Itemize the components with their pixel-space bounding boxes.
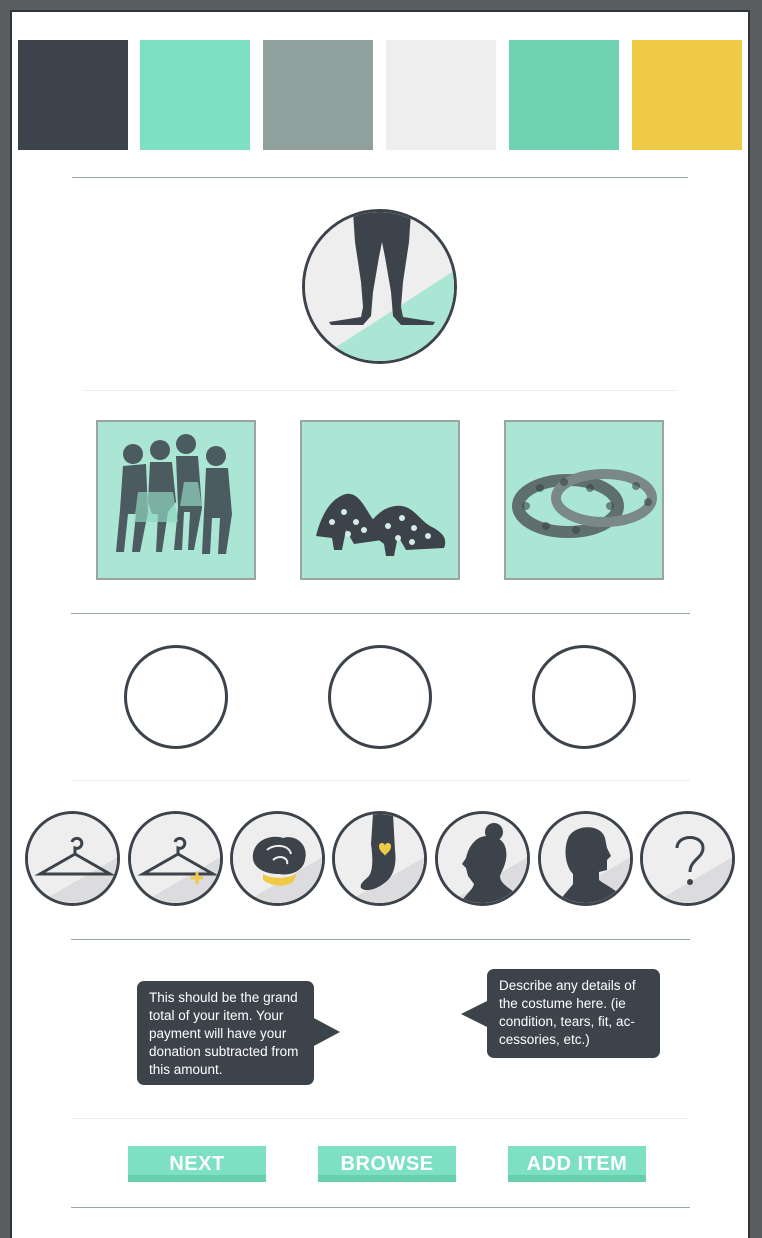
tooltip-tail [461,1000,489,1028]
tooltip-tail [312,1017,340,1047]
hanger-plus-icon[interactable] [128,811,223,906]
color-swatch-green [509,40,619,150]
sequin-headbands-photo [504,420,664,580]
color-swatch-mint [140,40,250,150]
style-guide-page: This should be the grand total of your i… [10,10,750,1238]
color-swatch-light [386,40,496,150]
browse-button[interactable]: BROWSE [318,1146,456,1182]
details-tooltip: Describe any details of the costume here… [461,969,660,1058]
rose-icon[interactable] [230,811,325,906]
dancers-group-photo [96,420,256,580]
foot-heart-icon[interactable] [332,811,427,906]
empty-circle-placeholder[interactable] [532,645,636,749]
polka-dot-shoes-photo [300,420,460,580]
divider [72,1118,689,1119]
divider [72,177,688,178]
divider [71,780,690,781]
divider [71,1207,690,1208]
empty-circle-placeholder[interactable] [124,645,228,749]
woman-silhouette-icon[interactable] [435,811,530,906]
price-tooltip: This should be the grand total of your i… [137,981,340,1085]
question-mark-icon[interactable] [640,811,735,906]
next-button[interactable]: NEXT [128,1146,266,1182]
color-swatch-yellow [632,40,742,150]
empty-circle-placeholder[interactable] [328,645,432,749]
man-silhouette-icon[interactable] [538,811,633,906]
divider [71,939,690,940]
divider [84,390,676,391]
color-swatch-charcoal [18,40,128,150]
divider [71,613,690,614]
color-swatch-gray [263,40,373,150]
details-tooltip-text: Describe any details of the costume here… [499,978,636,1047]
dancer-legs-icon [302,209,457,364]
hanger-icon[interactable] [25,811,120,906]
price-tooltip-text: This should be the grand total of your i… [149,990,299,1077]
add-item-button[interactable]: ADD ITEM [508,1146,646,1182]
